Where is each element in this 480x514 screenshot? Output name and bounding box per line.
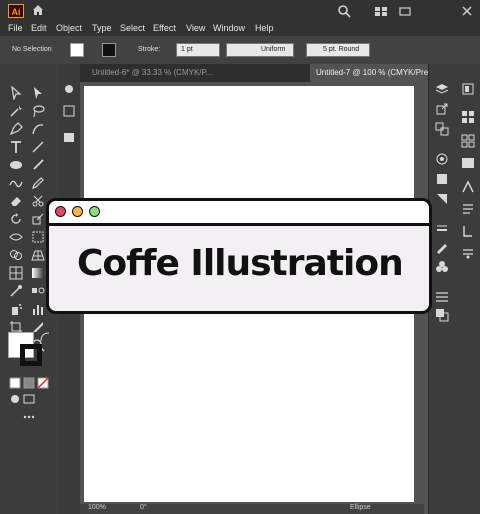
graphic-styles-icon[interactable]	[435, 172, 449, 186]
properties-icon[interactable]	[461, 82, 475, 96]
artboards-icon[interactable]	[435, 122, 449, 136]
search-icon[interactable]	[337, 4, 351, 18]
transform-panel-icon[interactable]	[62, 104, 76, 118]
minimize-dot-icon	[72, 206, 83, 217]
menu-type[interactable]: Type	[92, 23, 112, 33]
blend-tool-icon[interactable]	[31, 284, 45, 298]
free-transform-tool-icon[interactable]	[31, 230, 45, 244]
scale-tool-icon[interactable]	[31, 212, 45, 226]
app-titlebar: Ai	[0, 0, 480, 22]
title-banner: Coffe Illustration	[46, 198, 432, 314]
color-mode-icon[interactable]	[8, 376, 22, 390]
grid-panel-icon[interactable]	[461, 110, 475, 124]
type-panel-icon[interactable]	[461, 180, 475, 194]
stroke-panel-icon[interactable]	[435, 222, 449, 236]
control-bar: No Selection Stroke: 1 pt Uniform 5 pt. …	[0, 36, 480, 65]
rotate-tool-icon[interactable]	[9, 212, 23, 226]
type-tool-icon[interactable]	[9, 140, 23, 154]
brush-dropdown[interactable]: 5 pt. Round	[306, 43, 370, 57]
arrange-documents-icon[interactable]	[374, 4, 388, 18]
line-tool-icon[interactable]	[31, 140, 45, 154]
close-dot-icon	[55, 206, 66, 217]
status-bar: 100% 0° Ellipse	[80, 504, 424, 514]
stroke-profile-dropdown[interactable]: Uniform	[226, 43, 294, 57]
gradient-mode-icon[interactable]	[22, 376, 36, 390]
menu-view[interactable]: View	[186, 23, 205, 33]
brush-value: 5 pt. Round	[323, 46, 360, 53]
eyedropper-tool-icon[interactable]	[9, 284, 23, 298]
fill-swatch[interactable]	[70, 43, 84, 57]
menu-file[interactable]: File	[8, 23, 23, 33]
opentype-icon[interactable]	[461, 224, 475, 238]
maximize-dot-icon	[89, 206, 100, 217]
perspective-grid-tool-icon[interactable]	[31, 248, 45, 262]
layers-icon[interactable]	[435, 82, 449, 96]
stroke-weight-value: 1 pt	[181, 46, 193, 53]
transparency-icon[interactable]	[435, 192, 449, 206]
rotation-angle[interactable]: 0°	[140, 504, 147, 511]
banner-title: Coffe Illustration	[77, 243, 404, 284]
color-guide-icon[interactable]	[62, 82, 76, 96]
menu-effect[interactable]: Effect	[153, 23, 176, 33]
stroke-weight-field[interactable]: 1 pt	[176, 43, 220, 57]
libraries-icon[interactable]	[62, 130, 76, 144]
swap-colors-icon[interactable]	[38, 330, 52, 344]
symbol-sprayer-tool-icon[interactable]	[9, 302, 23, 316]
menu-help[interactable]: Help	[255, 23, 274, 33]
menu-bar: File Edit Object Type Select Effect View…	[0, 22, 480, 36]
menu-edit[interactable]: Edit	[31, 23, 47, 33]
menu-select[interactable]: Select	[120, 23, 145, 33]
stroke-color-box[interactable]	[20, 344, 42, 366]
home-icon[interactable]	[31, 3, 45, 17]
shape-builder-tool-icon[interactable]	[9, 248, 23, 262]
pen-tool-icon[interactable]	[9, 122, 23, 136]
gradient-tool-icon[interactable]	[31, 266, 45, 280]
document-tabs: Untitled-6* @ 33.33 % (CMYK/P... Untitle…	[80, 64, 460, 82]
paragraph-panel-icon[interactable]	[461, 202, 475, 216]
close-icon[interactable]	[460, 4, 474, 18]
right-panels-dock	[428, 64, 480, 514]
tab-untitled-6[interactable]: Untitled-6* @ 33.33 % (CMYK/P...	[86, 64, 226, 82]
selection-status: No Selection	[12, 46, 52, 53]
minimize-icon[interactable]	[398, 4, 412, 18]
stroke-swatch[interactable]	[102, 43, 116, 57]
direct-selection-tool-icon[interactable]	[31, 86, 45, 100]
menu-window[interactable]: Window	[213, 23, 245, 33]
brushes-icon[interactable]	[435, 240, 449, 254]
screen-mode-icon[interactable]	[22, 392, 36, 406]
selection-tool-icon[interactable]	[9, 85, 23, 102]
symbols-icon[interactable]	[435, 260, 449, 274]
stroke-profile-value: Uniform	[261, 46, 286, 53]
table-panel-icon[interactable]	[461, 156, 475, 170]
align-icon[interactable]	[435, 290, 449, 304]
pencil-tool-icon[interactable]	[31, 176, 45, 190]
draw-normal-icon[interactable]	[8, 392, 22, 406]
eraser-tool-icon[interactable]	[9, 194, 23, 208]
none-mode-icon[interactable]	[36, 376, 50, 390]
stroke-label: Stroke:	[138, 46, 161, 53]
magic-wand-tool-icon[interactable]	[9, 104, 23, 118]
menu-object[interactable]: Object	[56, 23, 82, 33]
mesh-tool-icon[interactable]	[9, 266, 23, 280]
export-icon[interactable]	[435, 102, 449, 116]
column-graph-tool-icon[interactable]	[31, 302, 45, 316]
shaper-tool-icon[interactable]	[9, 176, 23, 190]
zoom-level[interactable]: 100%	[88, 504, 106, 511]
width-tool-icon[interactable]	[9, 230, 23, 244]
pathfinder-icon[interactable]	[435, 308, 449, 322]
app-logo: Ai	[8, 4, 24, 18]
curvature-tool-icon[interactable]	[31, 122, 45, 136]
more-tools-icon[interactable]	[22, 410, 36, 424]
ellipse-tool-icon[interactable]	[9, 158, 23, 172]
scissors-tool-icon[interactable]	[31, 194, 45, 208]
appearance-icon[interactable]	[435, 152, 449, 166]
lasso-tool-icon[interactable]	[31, 104, 45, 118]
swatches-icon[interactable]	[461, 134, 475, 148]
paintbrush-tool-icon[interactable]	[31, 158, 45, 172]
character-styles-icon[interactable]	[461, 246, 475, 260]
current-tool-label: Ellipse	[350, 504, 371, 511]
banner-window-bar	[49, 201, 429, 226]
